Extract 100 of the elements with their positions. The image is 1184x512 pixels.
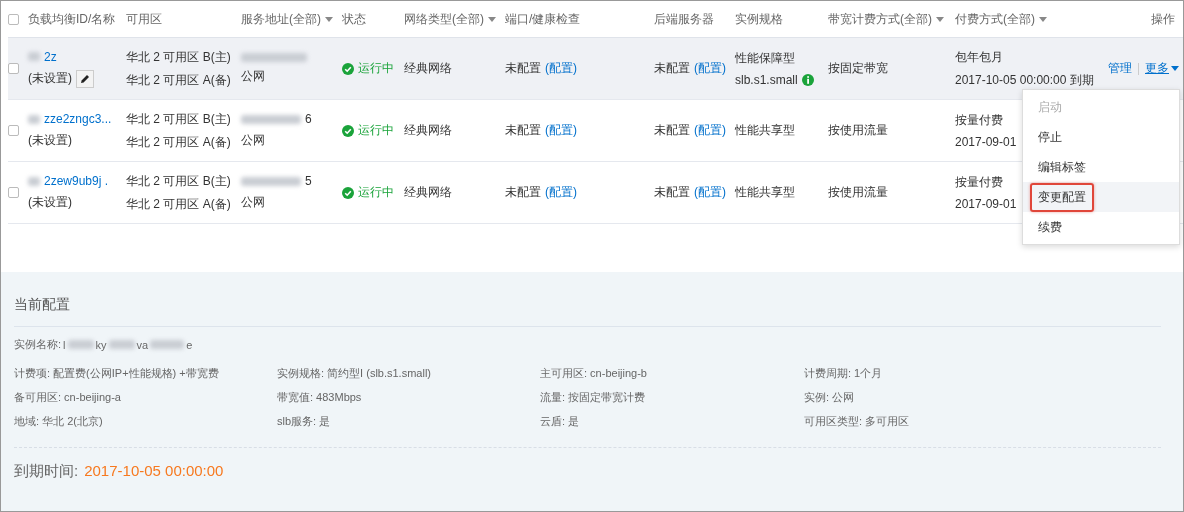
address-text: 5 (305, 174, 312, 188)
column-header[interactable]: 服务地址(全部) (241, 10, 333, 28)
network-type: 经典网络 (404, 60, 453, 77)
menu-item[interactable]: 编辑标签 (1023, 152, 1179, 182)
column-header: 操作 (1151, 10, 1175, 28)
column-header[interactable]: 付费方式(全部) (955, 10, 1047, 28)
blurred-text (28, 114, 40, 124)
instance-name-text: ky (95, 338, 107, 351)
caret-icon (1171, 66, 1179, 71)
blurred-text (241, 114, 301, 124)
address-text: 6 (305, 112, 312, 126)
column-header: 可用区 (126, 10, 162, 28)
config-field: 带宽值: 483Mbps (277, 390, 540, 405)
caret-icon (936, 16, 944, 22)
column-header: 端口/健康检查 (505, 10, 581, 28)
blurred-text (150, 340, 185, 349)
instance-name-text: va (136, 338, 149, 351)
pencil-icon (80, 73, 90, 84)
instance-id-link[interactable]: zze2zngc3... (44, 112, 112, 126)
config-field: 云盾: 是 (540, 414, 804, 429)
configure-link[interactable]: (配置) (545, 122, 577, 139)
blurred-text (108, 340, 135, 349)
caret-icon (1039, 16, 1047, 22)
zone-text: 华北 2 可用区 B(主) (126, 110, 231, 128)
check-circle-icon (342, 186, 354, 199)
config-field: slb服务: 是 (277, 414, 540, 429)
check-circle-icon (342, 62, 354, 75)
config-field: 计费项: 配置费(公网IP+性能规格) +带宽费 (14, 366, 277, 381)
caret-icon (488, 16, 496, 22)
zone-text: 华北 2 可用区 A(备) (126, 133, 231, 151)
spec-text: 性能共享型 (735, 122, 795, 139)
row-checkbox[interactable] (8, 63, 19, 74)
backend-status: 未配置 (654, 184, 690, 201)
spec-text: slb.s1.small (735, 73, 798, 87)
status-text: 运行中 (358, 60, 394, 77)
column-header: 实例规格 (735, 10, 783, 28)
zone-text: 华北 2 可用区 A(备) (126, 195, 231, 213)
configure-link[interactable]: (配置) (545, 60, 577, 77)
edit-button[interactable] (76, 69, 94, 88)
backend-status: 未配置 (654, 60, 690, 77)
configure-link[interactable]: (配置) (694, 122, 726, 139)
column-header[interactable]: 带宽计费方式(全部) (828, 10, 944, 28)
blurred-text (241, 176, 301, 186)
zone-text: 华北 2 可用区 B(主) (126, 48, 231, 66)
manage-link[interactable]: 管理 (1108, 60, 1132, 77)
menu-item[interactable]: 续费 (1023, 212, 1179, 242)
config-field: 流量: 按固定带宽计费 (540, 390, 804, 405)
payment-text: 按量付费 (955, 112, 1003, 129)
instance-id-link[interactable]: 2zew9ub9j . (44, 174, 109, 188)
blurred-text (241, 52, 307, 62)
instance-id-link[interactable]: 2z (44, 49, 57, 64)
menu-item[interactable]: 停止 (1023, 122, 1179, 152)
status-text: 运行中 (358, 122, 394, 139)
network-type: 经典网络 (404, 122, 453, 139)
payment-text: 2017-10-05 00:00:00 到期 (955, 71, 1094, 89)
payment-text: 2017-09-01 (955, 197, 1017, 211)
expiry-value: 2017-10-05 00:00:00 (84, 462, 224, 481)
address-type: 公网 (241, 132, 265, 149)
section-title: 当前配置 (14, 296, 1161, 327)
payment-text: 按量付费 (955, 174, 1003, 191)
instance-name: (未设置) (28, 132, 72, 149)
spec-text: 性能保障型 (735, 50, 795, 67)
config-field: 实例: 公网 (804, 390, 1161, 405)
spec-text: 性能共享型 (735, 184, 795, 201)
zone-text: 华北 2 可用区 A(备) (126, 71, 231, 89)
instance-name-text: l (63, 338, 66, 351)
bandwidth-billing: 按使用流量 (828, 184, 889, 201)
bandwidth-billing: 按使用流量 (828, 122, 889, 139)
config-field: 地域: 华北 2(北京) (14, 414, 277, 429)
more-dropdown[interactable]: 更多 (1145, 60, 1179, 77)
bandwidth-billing: 按固定带宽 (828, 60, 889, 77)
select-all-checkbox[interactable] (8, 13, 19, 25)
port-status: 未配置 (505, 122, 541, 139)
blurred-text (28, 52, 40, 61)
menu-item[interactable]: 变更配置 (1023, 182, 1179, 212)
config-field: 实例规格: 简约型I (slb.s1.small) (277, 366, 540, 381)
config-field: 主可用区: cn-beijing-b (540, 366, 804, 381)
network-type: 经典网络 (404, 184, 453, 201)
column-header: 状态 (342, 10, 366, 28)
port-status: 未配置 (505, 184, 541, 201)
configure-link[interactable]: (配置) (694, 60, 726, 77)
instance-name: (未设置) (28, 70, 72, 87)
config-field: 备可用区: cn-beijing-a (14, 390, 277, 405)
caret-icon (325, 16, 333, 22)
config-field: 计费周期: 1个月 (804, 366, 1161, 381)
payment-text: 2017-09-01 (955, 135, 1017, 149)
instance-name-text: e (186, 338, 193, 351)
instance-name: (未设置) (28, 194, 72, 211)
row-checkbox[interactable] (8, 125, 19, 136)
configure-link[interactable]: (配置) (545, 184, 577, 201)
configure-link[interactable]: (配置) (694, 184, 726, 201)
port-status: 未配置 (505, 60, 541, 77)
instance-name-label: 实例名称: (14, 337, 62, 352)
check-circle-icon (342, 124, 354, 137)
column-header[interactable]: 网络类型(全部) (404, 10, 496, 28)
blurred-text (67, 340, 94, 349)
address-type: 公网 (241, 194, 265, 211)
row-checkbox[interactable] (8, 187, 19, 198)
column-header: 负载均衡ID/名称 (28, 10, 116, 28)
backend-status: 未配置 (654, 122, 690, 139)
